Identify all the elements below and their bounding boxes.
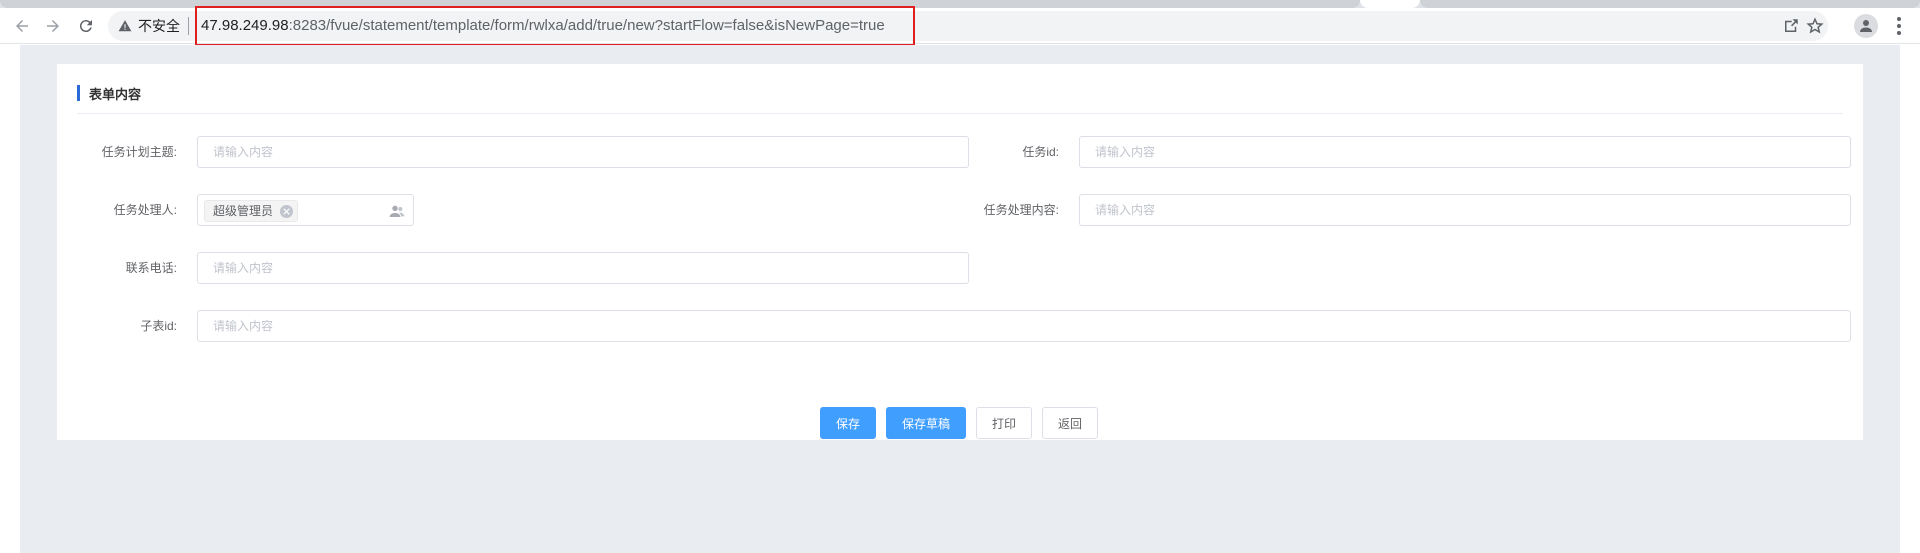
security-label: 不安全	[138, 18, 180, 34]
print-button[interactable]: 打印	[976, 407, 1032, 439]
people-selector-icon[interactable]	[389, 203, 405, 219]
warning-icon	[118, 20, 132, 32]
task-plan-subject-label: 任务计划主题:	[101, 145, 177, 159]
task-handler-label: 任务处理人:	[113, 203, 177, 217]
menu-icon[interactable]	[1896, 16, 1902, 36]
browser-toolbar: 不安全 47.98.249.98:8283/fvue/statement/tem…	[0, 6, 1920, 46]
security-indicator[interactable]: 不安全	[118, 11, 189, 41]
content-background: 表单内容 任务计划主题: 任务id: 任务处理人: 超级管理员 任务处理内容:	[20, 45, 1900, 553]
task-handler-selector[interactable]: 超级管理员	[197, 194, 414, 226]
sub-table-id-input[interactable]	[197, 310, 1851, 342]
forward-button[interactable]	[41, 14, 65, 38]
back-button[interactable]	[10, 14, 34, 38]
profile-button[interactable]	[1854, 14, 1878, 38]
back-arrow-icon	[16, 20, 28, 32]
task-id-label: 任务id:	[1022, 145, 1059, 159]
reload-icon	[79, 20, 92, 33]
task-handling-content-input[interactable]	[1079, 194, 1851, 226]
star-icon[interactable]	[1806, 17, 1824, 35]
section-title: 表单内容	[77, 84, 141, 102]
share-icon[interactable]	[1782, 17, 1800, 35]
url-host: 47.98.249.98	[201, 17, 289, 34]
task-id-input[interactable]	[1079, 136, 1851, 168]
back-to-list-button[interactable]: 返回	[1042, 407, 1098, 439]
form-card: 表单内容 任务计划主题: 任务id: 任务处理人: 超级管理员 任务处理内容:	[57, 64, 1863, 440]
page-viewport: 表单内容 任务计划主题: 任务id: 任务处理人: 超级管理员 任务处理内容:	[0, 45, 1920, 553]
url-path: :8283/fvue/statement/template/form/rwlxa…	[288, 17, 885, 34]
task-plan-subject-input[interactable]	[197, 136, 969, 168]
contact-phone-input[interactable]	[197, 252, 969, 284]
save-draft-button[interactable]: 保存草稿	[886, 407, 966, 439]
browser-tab[interactable]	[1420, 0, 1920, 8]
selected-user-tag: 超级管理员	[204, 200, 299, 222]
contact-phone-label: 联系电话:	[125, 261, 177, 275]
section-title-text: 表单内容	[89, 86, 142, 102]
reload-button[interactable]	[74, 14, 98, 38]
section-divider	[77, 113, 1843, 114]
task-handling-content-label: 任务处理内容:	[983, 203, 1059, 217]
save-button[interactable]: 保存	[820, 407, 876, 439]
sub-table-id-label: 子表id:	[140, 319, 177, 333]
clear-tag-icon[interactable]	[280, 205, 294, 218]
url-text[interactable]: 47.98.249.98:8283/fvue/statement/templat…	[201, 11, 885, 41]
browser-tab-active[interactable]	[1360, 0, 1420, 8]
section-accent-bar	[77, 85, 80, 101]
forward-arrow-icon	[47, 20, 59, 32]
profile-icon	[1860, 20, 1872, 32]
selected-user-name: 超级管理员	[213, 204, 274, 218]
address-bar[interactable]: 不安全 47.98.249.98:8283/fvue/statement/tem…	[108, 6, 1828, 46]
